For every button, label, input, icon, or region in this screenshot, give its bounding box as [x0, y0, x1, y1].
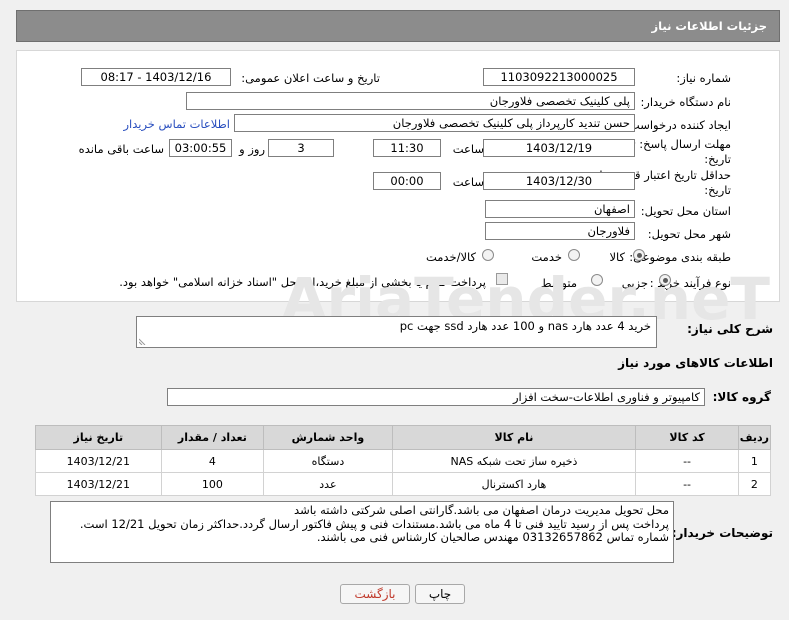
- days-label: روز و: [239, 142, 265, 156]
- purchase-option-minor: جزیی: [621, 276, 648, 290]
- need-number-field: 1103092213000025: [483, 68, 635, 86]
- cell-need-date: 1403/12/21: [35, 449, 162, 473]
- purchase-option-medium: متوسط: [540, 276, 577, 290]
- price-validity-label-2: تاریخ:: [704, 183, 731, 197]
- remaining-days-field: 3: [268, 139, 334, 157]
- page-title: جزئیات اطلاعات نیاز: [651, 19, 767, 33]
- print-button[interactable]: چاپ: [415, 584, 465, 604]
- buyer-notes-field: محل تحویل مدیریت درمان اصفهان می باشد.گا…: [50, 501, 674, 563]
- buyer-notes-label: توضیحات خریدار:: [671, 526, 773, 540]
- purchase-radio-minor[interactable]: [659, 274, 671, 286]
- category-radio-goods-service[interactable]: [482, 249, 494, 261]
- table-header-item-code: کد کالا: [635, 425, 739, 450]
- table-header-row-number: ردیف: [737, 425, 772, 450]
- city-field: فلاورجان: [485, 222, 635, 240]
- cell-quantity: 100: [160, 472, 265, 496]
- table-row: 2 -- هارد اکسترنال عدد 100 1403/12/21: [35, 472, 772, 496]
- purchase-radio-medium[interactable]: [591, 274, 603, 286]
- treasury-payment-note: پرداخت تمام یا بخشی از مبلغ خرید،از محل …: [119, 275, 486, 289]
- reply-deadline-label-2: تاریخ:: [704, 152, 731, 166]
- price-validity-time-field: 00:00: [373, 172, 441, 190]
- announce-datetime-label: تاریخ و ساعت اعلان عمومی:: [241, 71, 380, 85]
- announce-datetime-field: 1403/12/16 - 08:17: [81, 68, 231, 86]
- goods-group-label: گروه کالا:: [712, 390, 771, 404]
- goods-group-field: کامپیوتر و فناوری اطلاعات-سخت افزار: [167, 388, 705, 406]
- goods-table: ردیف کد کالا نام کالا واحد شمارش تعداد /…: [35, 425, 772, 496]
- table-header-unit: واحد شمارش: [263, 425, 393, 450]
- category-radio-goods[interactable]: [633, 249, 645, 261]
- cell-row-number: 1: [737, 449, 772, 473]
- general-description-text: خرید 4 عدد هارد nas و 100 عدد هارد ssd ج…: [399, 319, 651, 333]
- back-button[interactable]: بازگشت: [340, 584, 410, 604]
- cell-need-date: 1403/12/21: [35, 472, 162, 496]
- category-option-service: خدمت: [531, 250, 562, 264]
- reply-deadline-date-field: 1403/12/19: [483, 139, 635, 157]
- buyer-notes-line: شماره تماس 03132657862 مهندس صالحیان کار…: [316, 530, 669, 544]
- price-validity-date-field: 1403/12/30: [483, 172, 635, 190]
- cell-item-code: --: [635, 472, 739, 496]
- buyer-org-label: نام دستگاه خریدار:: [640, 95, 731, 109]
- cell-quantity: 4: [160, 449, 265, 473]
- reply-deadline-label: مهلت ارسال پاسخ: تا: [628, 137, 731, 151]
- resize-handle-icon[interactable]: [139, 337, 147, 345]
- creator-field: حسن تندید کارپرداز پلی کلینیک تخصصی فلاو…: [234, 114, 635, 132]
- buyer-notes-line: پرداخت پس از رسید تایید فنی تا 4 ماه می …: [79, 516, 669, 531]
- reply-deadline-time-field: 11:30: [373, 139, 441, 157]
- reply-time-label: ساعت: [452, 142, 484, 156]
- buyer-org-field: پلی کلینیک تخصصی فلاورجان: [186, 92, 635, 110]
- page-header: جزئیات اطلاعات نیاز: [16, 10, 780, 42]
- general-description-label: شرح کلی نیاز:: [687, 322, 773, 336]
- table-header-item-name: نام کالا: [391, 425, 637, 450]
- remaining-time-field: 03:00:55: [169, 139, 232, 157]
- cell-item-name: هارد اکسترنال: [391, 472, 637, 496]
- buyer-contact-link[interactable]: اطلاعات تماس خریدار: [123, 117, 230, 131]
- table-header-row: ردیف کد کالا نام کالا واحد شمارش تعداد /…: [35, 425, 772, 450]
- province-field: اصفهان: [485, 200, 635, 218]
- general-description-field[interactable]: خرید 4 عدد هارد nas و 100 عدد هارد ssd ج…: [136, 316, 657, 348]
- cell-item-code: --: [635, 449, 739, 473]
- cell-unit: دستگاه: [263, 449, 393, 473]
- province-label: استان محل تحویل:: [640, 204, 731, 218]
- creator-label: ایجاد کننده درخواست:: [625, 118, 731, 132]
- remaining-label: ساعت باقی مانده: [78, 142, 164, 156]
- cell-unit: عدد: [263, 472, 393, 496]
- goods-info-title: اطلاعات کالاهای مورد نیاز: [618, 356, 773, 370]
- buyer-notes-line: محل تحویل مدیریت درمان اصفهان می باشد.گا…: [294, 503, 669, 517]
- validity-time-label: ساعت: [452, 175, 484, 189]
- table-header-quantity: تعداد / مقدار: [160, 425, 265, 450]
- cell-row-number: 2: [737, 472, 772, 496]
- treasury-payment-checkbox[interactable]: [496, 273, 508, 285]
- category-option-goods-service: کالا/خدمت: [425, 250, 476, 264]
- city-label: شهر محل تحویل:: [647, 227, 731, 241]
- cell-item-name: ذخیره ساز تحت شبکه NAS: [391, 449, 637, 473]
- table-header-need-date: تاریخ نیاز: [35, 425, 162, 450]
- table-row: 1 -- ذخیره ساز تحت شبکه NAS دستگاه 4 140…: [35, 449, 772, 473]
- category-radio-service[interactable]: [568, 249, 580, 261]
- need-number-label: شماره نیاز:: [676, 71, 731, 85]
- category-option-goods: کالا: [609, 250, 625, 264]
